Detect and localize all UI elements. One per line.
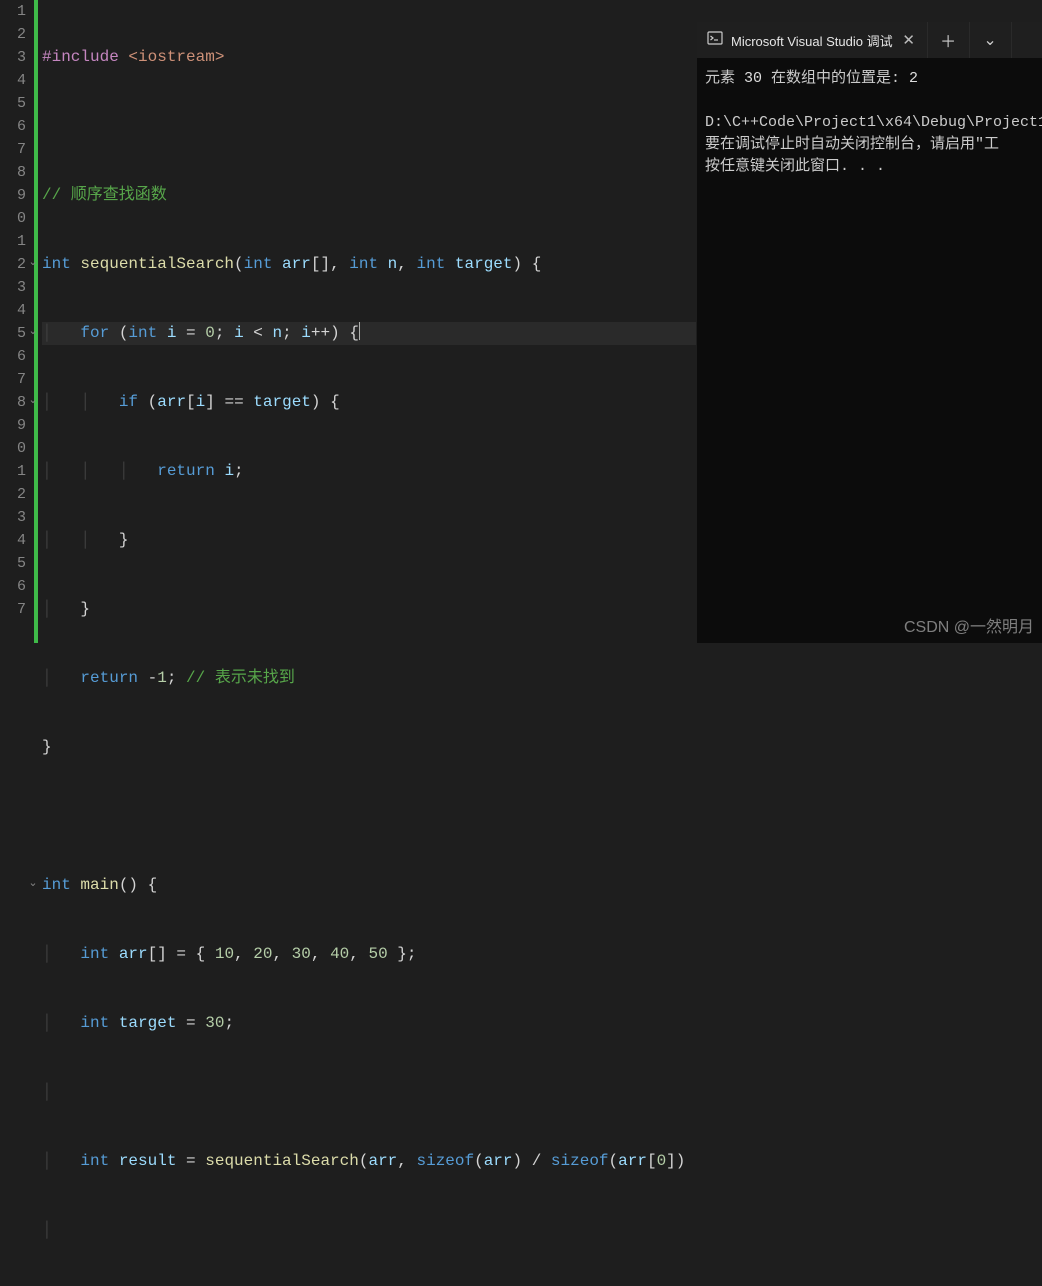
tab-dropdown-button[interactable]: ⌄ [970,22,1012,58]
console-tab-title: Microsoft Visual Studio 调试 [731,31,893,50]
console-output: 元素 30 在数组中的位置是: 2 D:\C++Code\Project1\x6… [697,58,1042,188]
text-cursor [359,322,360,340]
preproc-directive: #include [42,48,119,66]
watermark: CSDN @一然明月 [904,613,1034,637]
change-indicator-bar [34,0,38,643]
code-content[interactable]: #include <iostream> // 顺序查找函数 ⌄int seque… [42,0,696,643]
comment: // 顺序查找函数 [42,186,167,204]
fold-chevron-icon[interactable]: ⌄ [28,396,38,406]
terminal-icon [707,30,723,51]
console-tabbar: Microsoft Visual Studio 调试 ✕ ＋ ⌄ [697,22,1042,58]
fold-chevron-icon[interactable]: ⌄ [28,327,38,337]
line-number-gutter: 123456789012345678901234567 [0,0,32,643]
fold-chevron-icon[interactable]: ⌄ [28,879,38,889]
new-tab-button[interactable]: ＋ [928,22,970,58]
console-tab[interactable]: Microsoft Visual Studio 调试 ✕ [697,22,928,58]
function-name: sequentialSearch [80,255,234,273]
debug-console-window: Microsoft Visual Studio 调试 ✕ ＋ ⌄ 元素 30 在… [697,22,1042,643]
close-icon[interactable]: ✕ [901,31,917,50]
code-editor[interactable]: 123456789012345678901234567 #include <io… [0,0,696,643]
fold-chevron-icon[interactable]: ⌄ [28,258,38,268]
